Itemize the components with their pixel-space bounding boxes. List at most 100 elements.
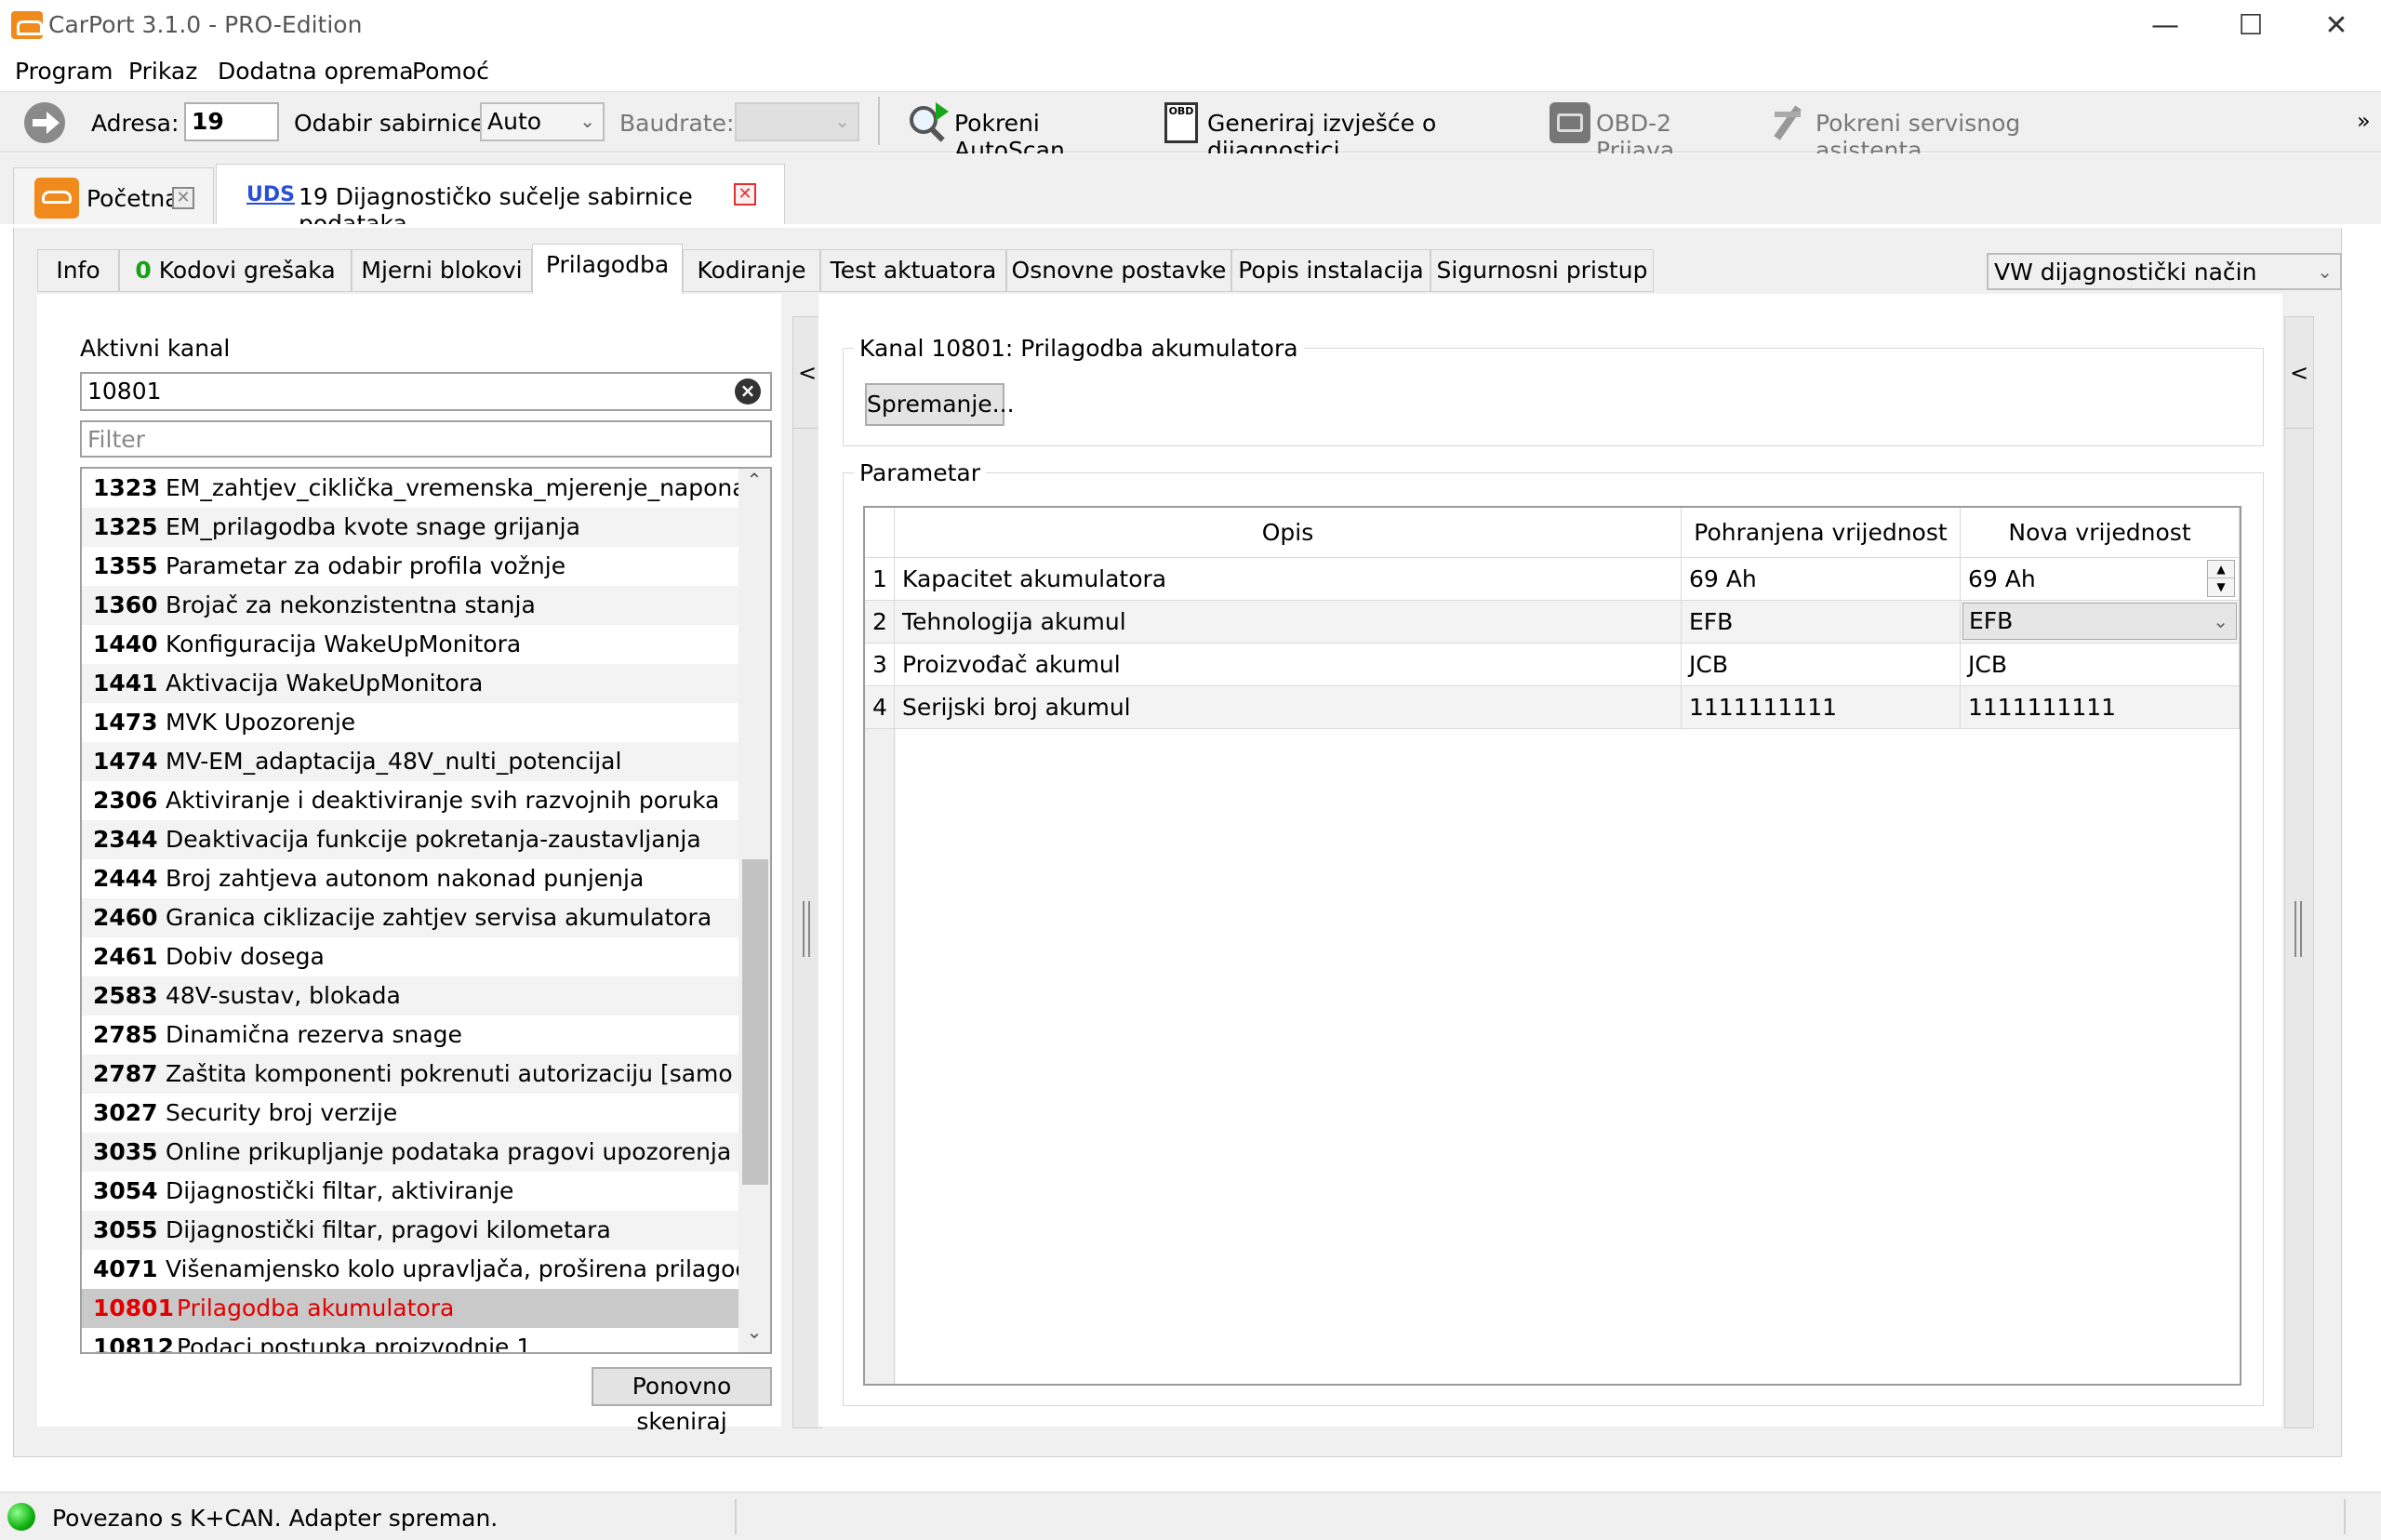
right-splitter[interactable]: < <box>2284 316 2314 1428</box>
magnifier-handle-icon <box>930 127 945 142</box>
channel-name: Prilagodba akumulatora <box>177 1294 455 1321</box>
list-item[interactable]: 3035 Online prikupljanje podataka pragovi… <box>82 1133 738 1172</box>
tab-popis-instalacija[interactable]: Popis instalacija <box>1231 249 1430 292</box>
list-item[interactable]: 1441 Aktivacija WakeUpMonitora <box>82 664 738 703</box>
status-divider <box>2344 1499 2346 1534</box>
go-arrow-icon[interactable] <box>24 102 65 143</box>
list-item[interactable]: 2460 Granica ciklizacije zahtjev servisa … <box>82 898 738 937</box>
autoscan-button[interactable]: Pokreni AutoScan <box>906 100 1129 164</box>
tab-mjerni-blokovi[interactable]: Mjerni blokovi <box>352 249 532 292</box>
capacity-spinbox[interactable]: 69 Ah ▲ ▼ <box>1961 558 2240 601</box>
list-item[interactable]: 2785 Dinamična rezerva snage <box>82 1016 738 1055</box>
doc-tab-pocetna[interactable]: Početna ✕ <box>13 167 214 225</box>
list-item[interactable]: 4071 Višenamjensko kolo upravljača, proši… <box>82 1250 738 1289</box>
list-item[interactable]: 2461 Dobiv dosega <box>82 937 738 976</box>
close-icon[interactable]: ✕ <box>734 183 756 206</box>
collapse-left-icon[interactable]: < <box>793 317 821 429</box>
save-button[interactable]: Spremanje... <box>865 383 1015 426</box>
maximize-button[interactable]: ☐ <box>2208 0 2294 52</box>
list-item[interactable]: 2787 Zaštita komponenti pokrenuti autoriz… <box>82 1055 738 1094</box>
row-stored: 1111111111 <box>1682 686 1961 729</box>
list-item[interactable]: 1474 MV-EM_adaptacija_48V_nulti_potencija… <box>82 742 738 781</box>
menu-pomoc[interactable]: Pomoć <box>412 58 489 85</box>
channel-name: MVK Upozorenje <box>166 709 356 736</box>
menu-program[interactable]: Program <box>15 58 113 85</box>
tab-kodovi-gresaka[interactable]: 0 Kodovi grešaka <box>119 249 352 292</box>
baud-select[interactable]: ⌄ <box>735 102 859 141</box>
scroll-thumb[interactable] <box>742 859 768 1185</box>
list-item[interactable]: 1323 EM_zahtjev_ciklička_vremenska_mjeren… <box>82 469 738 508</box>
list-item[interactable]: 3054 Dijagnostički filtar, aktiviranje <box>82 1172 738 1211</box>
filter-input[interactable]: Filter <box>80 420 772 458</box>
list-item[interactable]: 2444 Broj zahtjeva autonom nakonad punjen… <box>82 859 738 898</box>
tab-sigurnosni-pristup[interactable]: Sigurnosni pristup <box>1430 249 1654 292</box>
menu-dodatna-oprema[interactable]: Dodatna oprema <box>218 58 414 85</box>
technology-select[interactable]: EFB ⌄ <box>1961 601 2240 644</box>
list-item[interactable]: 1355 Parametar za odabir profila vožnje <box>82 547 738 586</box>
menu-prikaz[interactable]: Prikaz <box>128 58 197 85</box>
scroll-up-icon[interactable]: ⌃ <box>738 469 770 498</box>
channel-title: Kanal 10801: Prilagodba akumulatora <box>854 335 1304 362</box>
list-item[interactable]: 1325 EM_prilagodba kvote snage grijanja <box>82 508 738 547</box>
channel-id: 1355 <box>93 552 158 579</box>
spin-up-icon[interactable]: ▲ <box>2208 561 2234 578</box>
service-assistant-button[interactable]: Pokreni servisnog asistenta <box>1765 100 2100 164</box>
list-item[interactable]: 3027 Security broj verzije <box>82 1094 738 1133</box>
generate-report-button[interactable]: OBD Generiraj izvješće o dijagnostici <box>1163 100 1525 164</box>
spin-down-icon[interactable]: ▼ <box>2208 578 2234 596</box>
list-item[interactable]: 2306 Aktiviranje i deaktiviranje svih raz… <box>82 781 738 820</box>
channel-name: Security broj verzije <box>166 1099 398 1126</box>
close-icon[interactable]: ✕ <box>172 187 194 209</box>
list-item[interactable]: 10801 Prilagodba akumulatora <box>82 1289 738 1328</box>
list-item[interactable]: 3055 Dijagnostički filtar, pragovi kilome… <box>82 1211 738 1250</box>
bus-select[interactable]: Auto ⌄ <box>480 102 605 141</box>
play-icon <box>936 102 949 121</box>
list-item[interactable]: 10812 Podaci postupka proizvodnje 1 <box>82 1328 738 1354</box>
channel-list-scrollbar[interactable]: ⌃ ⌄ <box>738 469 770 1352</box>
parameter-title: Parametar <box>854 459 987 486</box>
close-button[interactable]: ✕ <box>2294 0 2379 52</box>
row-desc: Proizvođač akumul <box>895 644 1682 686</box>
status-divider <box>735 1499 737 1534</box>
active-channel-input[interactable]: 10801 × <box>80 372 772 411</box>
doc-tab-uds[interactable]: UDS 19 Dijagnostičko sučelje sabirnice p… <box>216 164 785 237</box>
toolbar-overflow-icon[interactable]: » <box>2357 108 2371 134</box>
list-item[interactable]: 2344 Deaktivacija funkcije pokretanja-zau… <box>82 820 738 859</box>
channel-id: 3035 <box>93 1138 158 1165</box>
tab-prilagodba[interactable]: Prilagodba <box>532 244 683 294</box>
channel-id: 10812 <box>93 1334 174 1354</box>
spin-buttons[interactable]: ▲ ▼ <box>2207 560 2235 597</box>
manufacturer-input[interactable]: JCB <box>1961 644 2240 686</box>
window-title: CarPort 3.1.0 - PRO-Edition <box>48 11 363 38</box>
channel-name: Dijagnostički filtar, pragovi kilometara <box>166 1216 611 1243</box>
minimize-button[interactable]: — <box>2122 0 2208 52</box>
list-item[interactable]: 1473 MVK Upozorenje <box>82 703 738 742</box>
active-channel-value: 10801 <box>87 378 162 405</box>
report-icon-text: OBD <box>1168 105 1194 117</box>
channel-list[interactable]: 1323 EM_zahtjev_ciklička_vremenska_mjeren… <box>80 467 772 1354</box>
address-input[interactable]: 19 <box>184 102 279 141</box>
diag-mode-select[interactable]: VW dijagnostički način ⌄ <box>1987 253 2342 290</box>
list-item[interactable]: 1360 Brojač za nekonzistentna stanja <box>82 586 738 625</box>
channel-name: Brojač za nekonzistentna stanja <box>166 591 536 618</box>
tab-test-aktuatora[interactable]: Test aktuatora <box>820 249 1006 292</box>
obd2-login-button[interactable]: OBD-2 Prijava <box>1548 100 1743 164</box>
clear-icon[interactable]: × <box>735 378 761 405</box>
channel-name: Konfiguracija WakeUpMonitora <box>166 631 522 657</box>
channel-name: Broj zahtjeva autonom nakonad punjenja <box>166 865 645 892</box>
address-label: Adresa: <box>91 110 180 137</box>
channel-id: 1473 <box>93 709 158 736</box>
tab-info[interactable]: Info <box>37 249 119 292</box>
bus-select-value: Auto <box>487 108 542 135</box>
collapse-right-icon[interactable]: < <box>2285 317 2313 429</box>
tab-osnovne-postavke[interactable]: Osnovne postavke <box>1006 249 1231 292</box>
list-item[interactable]: 1440 Konfiguracija WakeUpMonitora <box>82 625 738 664</box>
status-text: Povezano s K+CAN. Adapter spreman. <box>52 1505 499 1532</box>
list-item[interactable]: 2583 48V-sustav, blokada <box>82 976 738 1016</box>
tab-kodiranje[interactable]: Kodiranje <box>683 249 820 292</box>
scroll-down-icon[interactable]: ⌄ <box>738 1321 770 1350</box>
serial-input[interactable]: 1111111111 <box>1961 686 2240 729</box>
channel-id: 10801 <box>93 1294 174 1321</box>
rescan-button[interactable]: Ponovno skeniraj <box>592 1367 772 1435</box>
channel-id: 1323 <box>93 474 158 501</box>
